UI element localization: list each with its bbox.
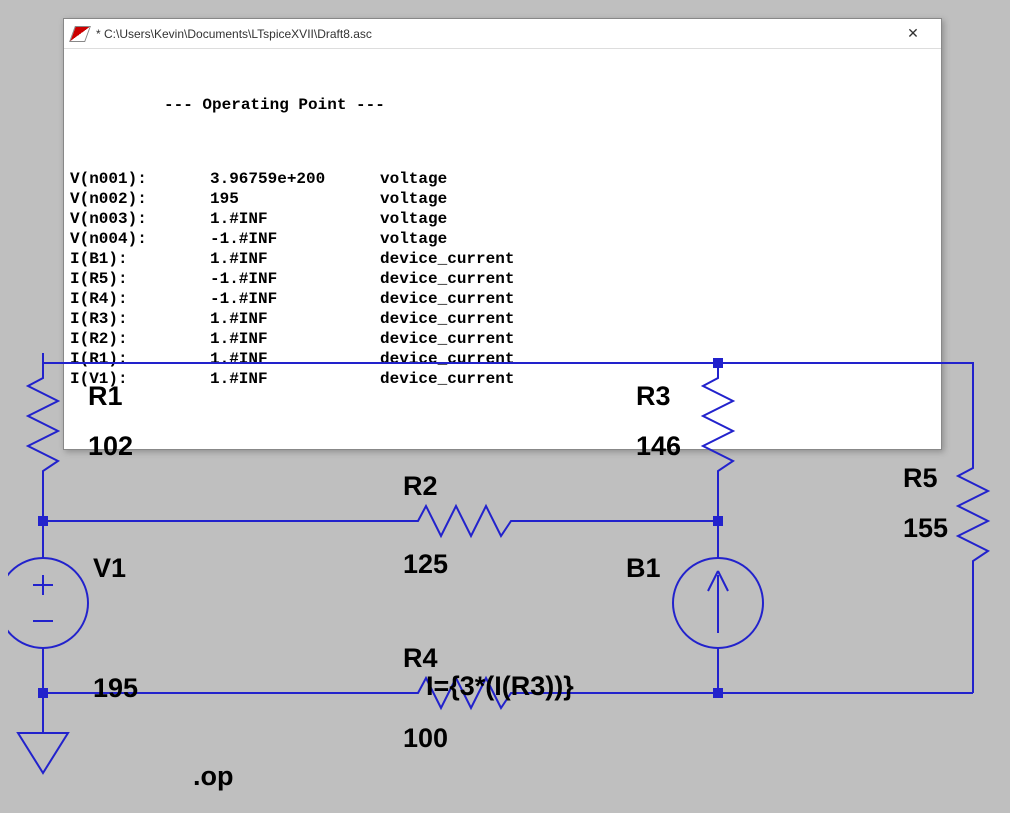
r2-value[interactable]: 125 [403, 549, 448, 580]
close-button[interactable]: ✕ [893, 20, 933, 48]
output-name: I(R4): [70, 289, 210, 309]
output-name: V(n002): [70, 189, 210, 209]
schematic-canvas[interactable]: R1 102 R2 125 R3 146 R4 100 R5 155 V1 19… [8, 353, 998, 808]
output-value: -1.#INF [210, 229, 380, 249]
output-value: -1.#INF [210, 289, 380, 309]
r3-name[interactable]: R3 [636, 381, 671, 412]
b1-value[interactable]: I={3*(I(R3))} [426, 671, 574, 702]
r1-value[interactable]: 102 [88, 431, 133, 462]
output-header: --- Operating Point --- [64, 95, 941, 115]
output-row: I(R5):-1.#INFdevice_current [70, 269, 544, 289]
output-value: 195 [210, 189, 380, 209]
output-name: I(R5): [70, 269, 210, 289]
output-name: I(R2): [70, 329, 210, 349]
r4-name[interactable]: R4 [403, 643, 438, 674]
r5-value[interactable]: 155 [903, 513, 948, 544]
output-row: V(n001):3.96759e+200voltage [70, 169, 544, 189]
output-value: 3.96759e+200 [210, 169, 380, 189]
output-value: 1.#INF [210, 249, 380, 269]
v1-value[interactable]: 195 [93, 673, 138, 704]
v1-name[interactable]: V1 [93, 553, 126, 584]
output-value: 1.#INF [210, 329, 380, 349]
output-type: voltage [380, 189, 544, 209]
r5-name[interactable]: R5 [903, 463, 938, 494]
window-title: * C:\Users\Kevin\Documents\LTspiceXVII\D… [96, 27, 893, 41]
output-row: V(n004):-1.#INFvoltage [70, 229, 544, 249]
output-name: V(n003): [70, 209, 210, 229]
output-row: I(R4):-1.#INFdevice_current [70, 289, 544, 309]
output-row: I(R2):1.#INFdevice_current [70, 329, 544, 349]
output-type: device_current [380, 309, 544, 329]
b1-name[interactable]: B1 [626, 553, 661, 584]
spice-directive[interactable]: .op [193, 761, 234, 792]
r3-value[interactable]: 146 [636, 431, 681, 462]
output-value: 1.#INF [210, 209, 380, 229]
output-name: V(n001): [70, 169, 210, 189]
output-row: I(B1):1.#INFdevice_current [70, 249, 544, 269]
output-type: device_current [380, 329, 544, 349]
output-type: voltage [380, 209, 544, 229]
output-name: I(B1): [70, 249, 210, 269]
output-row: V(n003):1.#INFvoltage [70, 209, 544, 229]
output-name: I(R3): [70, 309, 210, 329]
output-row: V(n002):195voltage [70, 189, 544, 209]
output-row: I(R3):1.#INFdevice_current [70, 309, 544, 329]
titlebar[interactable]: * C:\Users\Kevin\Documents\LTspiceXVII\D… [64, 19, 941, 49]
r1-name[interactable]: R1 [88, 381, 123, 412]
output-type: device_current [380, 249, 544, 269]
output-name: V(n004): [70, 229, 210, 249]
r2-name[interactable]: R2 [403, 471, 438, 502]
output-type: voltage [380, 169, 544, 189]
r4-value[interactable]: 100 [403, 723, 448, 754]
output-value: -1.#INF [210, 269, 380, 289]
ltspice-icon [69, 26, 91, 42]
output-value: 1.#INF [210, 309, 380, 329]
output-type: device_current [380, 289, 544, 309]
output-type: voltage [380, 229, 544, 249]
output-type: device_current [380, 269, 544, 289]
